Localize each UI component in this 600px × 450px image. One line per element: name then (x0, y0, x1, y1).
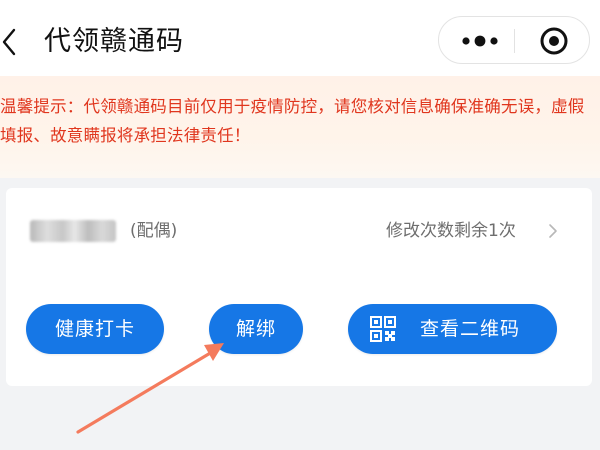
notice-text: 温馨提示：代领赣通码目前仅用于疫情防控，请您核对信息确保准确无误，虚假填报、故意… (0, 97, 585, 145)
edit-count-link[interactable]: 修改次数剩余1次 (386, 219, 516, 243)
view-qr-button[interactable]: 查看二维码 (348, 304, 557, 354)
nav-bar: 代领赣通码 (0, 0, 600, 76)
health-checkin-button[interactable]: 健康打卡 (26, 304, 164, 354)
relation-label: (配偶) (130, 221, 178, 241)
back-button[interactable] (0, 20, 26, 64)
more-dots-icon (462, 35, 498, 47)
qr-code-icon (370, 316, 396, 342)
view-qr-label: 查看二维码 (420, 318, 521, 340)
page-title: 代领赣通码 (44, 26, 184, 57)
blurred-name (30, 220, 116, 242)
warning-notice: 温馨提示：代领赣通码目前仅用于疫情防控，请您核对信息确保准确无误，虚假填报、故意… (0, 76, 600, 178)
miniprogram-capsule (438, 16, 590, 64)
unbind-button[interactable]: 解绑 (209, 304, 303, 354)
chevron-right-icon[interactable] (548, 222, 558, 240)
member-card (6, 188, 592, 386)
chevron-left-icon (2, 28, 16, 56)
target-circle-icon (540, 27, 568, 55)
capsule-divider (514, 29, 515, 53)
more-button[interactable] (453, 21, 509, 59)
close-miniprogram-button[interactable] (531, 21, 577, 59)
